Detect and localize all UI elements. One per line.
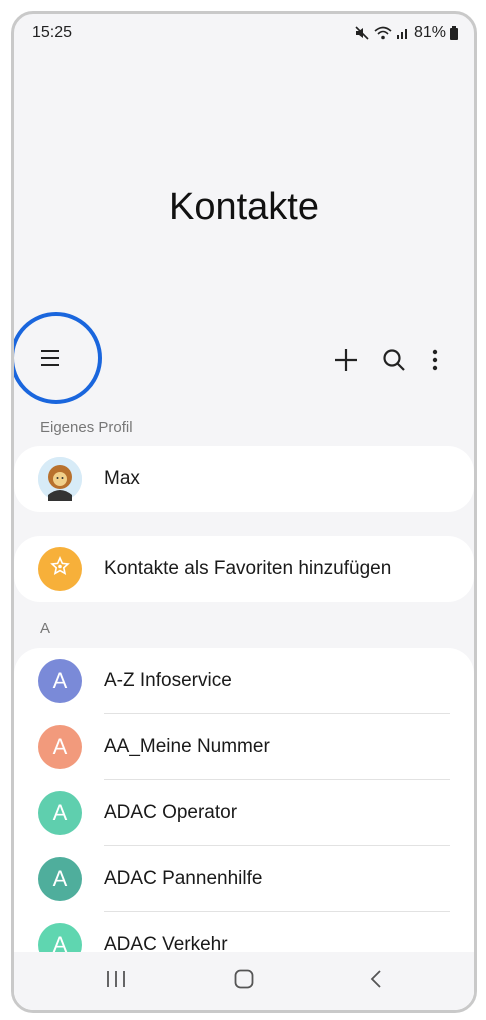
contact-avatar: A (38, 791, 82, 835)
contact-initial: A (52, 734, 68, 759)
contact-name: A-Z Infoservice (104, 670, 232, 691)
contact-avatar: A (38, 659, 82, 703)
more-vert-icon (432, 349, 438, 376)
more-options-button[interactable] (420, 342, 450, 382)
contact-initial: A (52, 668, 68, 693)
contact-name: ADAC Pannenhilfe (104, 868, 263, 889)
profile-card[interactable]: Max (14, 446, 474, 512)
contact-row[interactable]: A AA_Meine Nummer (14, 714, 474, 780)
plus-icon (333, 347, 359, 378)
search-button[interactable] (374, 342, 414, 382)
menu-button[interactable] (32, 342, 68, 378)
signal-icon (396, 26, 410, 40)
contact-avatar: A (38, 857, 82, 901)
home-icon (234, 969, 254, 994)
favorites-avatar (38, 547, 82, 591)
contact-row[interactable]: A A-Z Infoservice (14, 648, 474, 714)
star-icon (50, 556, 70, 582)
search-icon (382, 348, 406, 377)
contact-name: ADAC Operator (104, 802, 238, 823)
mute-icon (354, 25, 370, 41)
contacts-letter-header: A (40, 620, 51, 637)
phone-screen: 15:25 81% Kontakte Eigenes Profil Max Ko… (11, 11, 477, 1013)
profile-name: Max (104, 468, 140, 489)
add-favorites-label: Kontakte als Favoriten hinzufügen (104, 558, 392, 579)
contact-name: AA_Meine Nummer (104, 736, 270, 757)
navigation-bar (14, 952, 474, 1010)
recent-apps-icon (105, 970, 127, 993)
battery-icon (450, 26, 458, 40)
profile-avatar (38, 457, 82, 501)
contact-initial: A (52, 866, 68, 891)
battery-percent: 81% (413, 24, 446, 41)
add-contact-button[interactable] (326, 342, 366, 382)
recent-apps-button[interactable] (96, 964, 136, 998)
add-favorites-row[interactable]: Kontakte als Favoriten hinzufügen (14, 536, 474, 602)
contact-row[interactable]: A ADAC Operator (14, 780, 474, 846)
profile-section-label: Eigenes Profil (40, 419, 133, 436)
home-button[interactable] (224, 964, 264, 998)
menu-icon (39, 349, 61, 372)
back-icon (369, 969, 383, 994)
contact-avatar: A (38, 725, 82, 769)
status-time: 15:25 (32, 24, 73, 41)
back-button[interactable] (356, 964, 396, 998)
page-title: Kontakte (169, 186, 319, 228)
status-bar: 15:25 81% (14, 14, 474, 54)
favorites-card[interactable]: Kontakte als Favoriten hinzufügen (14, 536, 474, 602)
contact-initial: A (52, 800, 68, 825)
status-icons: 81% (354, 24, 458, 42)
wifi-icon (374, 25, 392, 41)
contact-row[interactable]: A ADAC Pannenhilfe (14, 846, 474, 912)
profile-row[interactable]: Max (14, 446, 474, 512)
